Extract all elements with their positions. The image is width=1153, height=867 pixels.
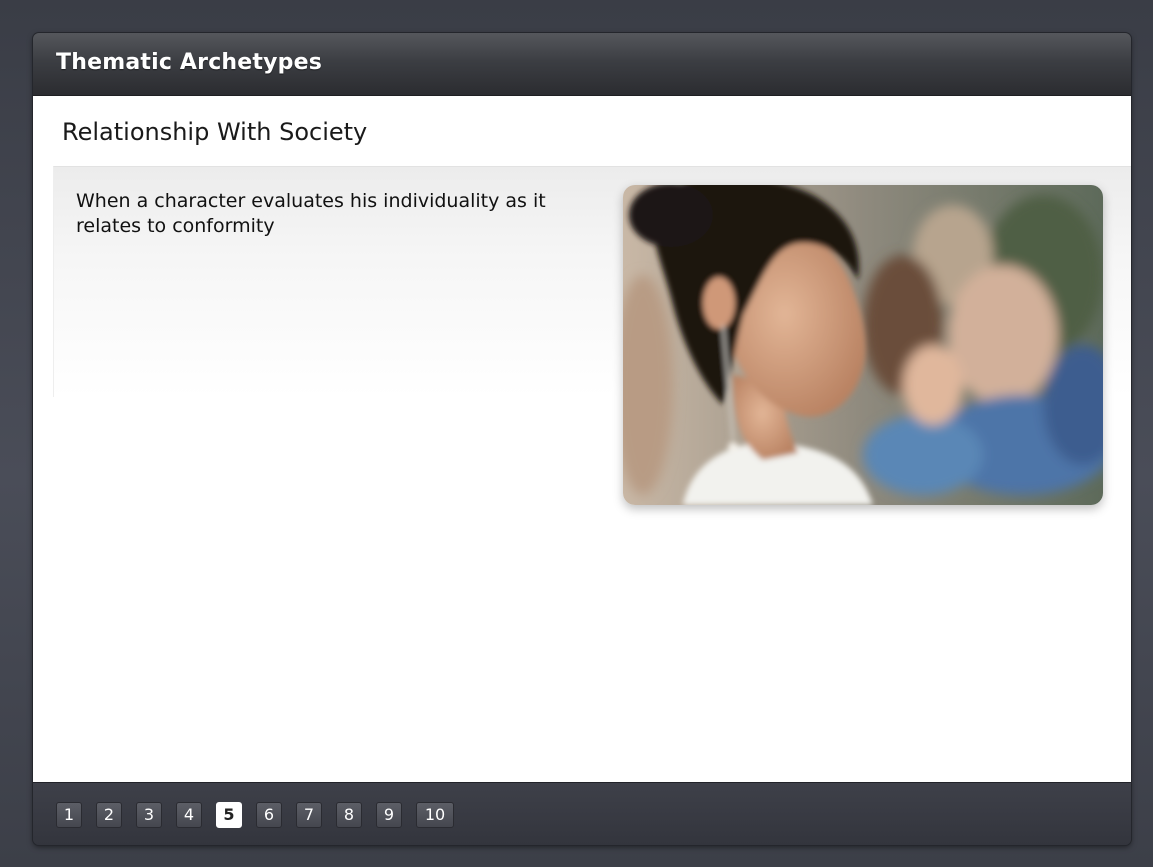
page-navigation-bar: 1 2 3 4 5 6 7 8 9 10 [33, 782, 1131, 845]
slide-panel: When a character evaluates his individua… [53, 166, 1131, 505]
course-title: Thematic Archetypes [56, 50, 323, 75]
slide-photo [623, 185, 1103, 505]
page-button-3[interactable]: 3 [136, 802, 162, 828]
slide-content: Relationship With Society When a charact… [33, 96, 1131, 782]
player-frame: Thematic Archetypes Relationship With So… [33, 33, 1131, 845]
page-button-10[interactable]: 10 [416, 802, 454, 828]
page-button-4[interactable]: 4 [176, 802, 202, 828]
page-button-7[interactable]: 7 [296, 802, 322, 828]
page-button-2[interactable]: 2 [96, 802, 122, 828]
page-button-8[interactable]: 8 [336, 802, 362, 828]
page-button-5-current[interactable]: 5 [216, 802, 242, 828]
page-button-1[interactable]: 1 [56, 802, 82, 828]
title-bar: Thematic Archetypes [33, 33, 1131, 96]
slide-title: Relationship With Society [62, 118, 368, 146]
slide-body-text: When a character evaluates his individua… [76, 190, 546, 237]
page-button-9[interactable]: 9 [376, 802, 402, 828]
page-buttons: 1 2 3 4 5 6 7 8 9 10 [56, 802, 454, 828]
woman-profile-image [623, 185, 1103, 505]
page-button-6[interactable]: 6 [256, 802, 282, 828]
